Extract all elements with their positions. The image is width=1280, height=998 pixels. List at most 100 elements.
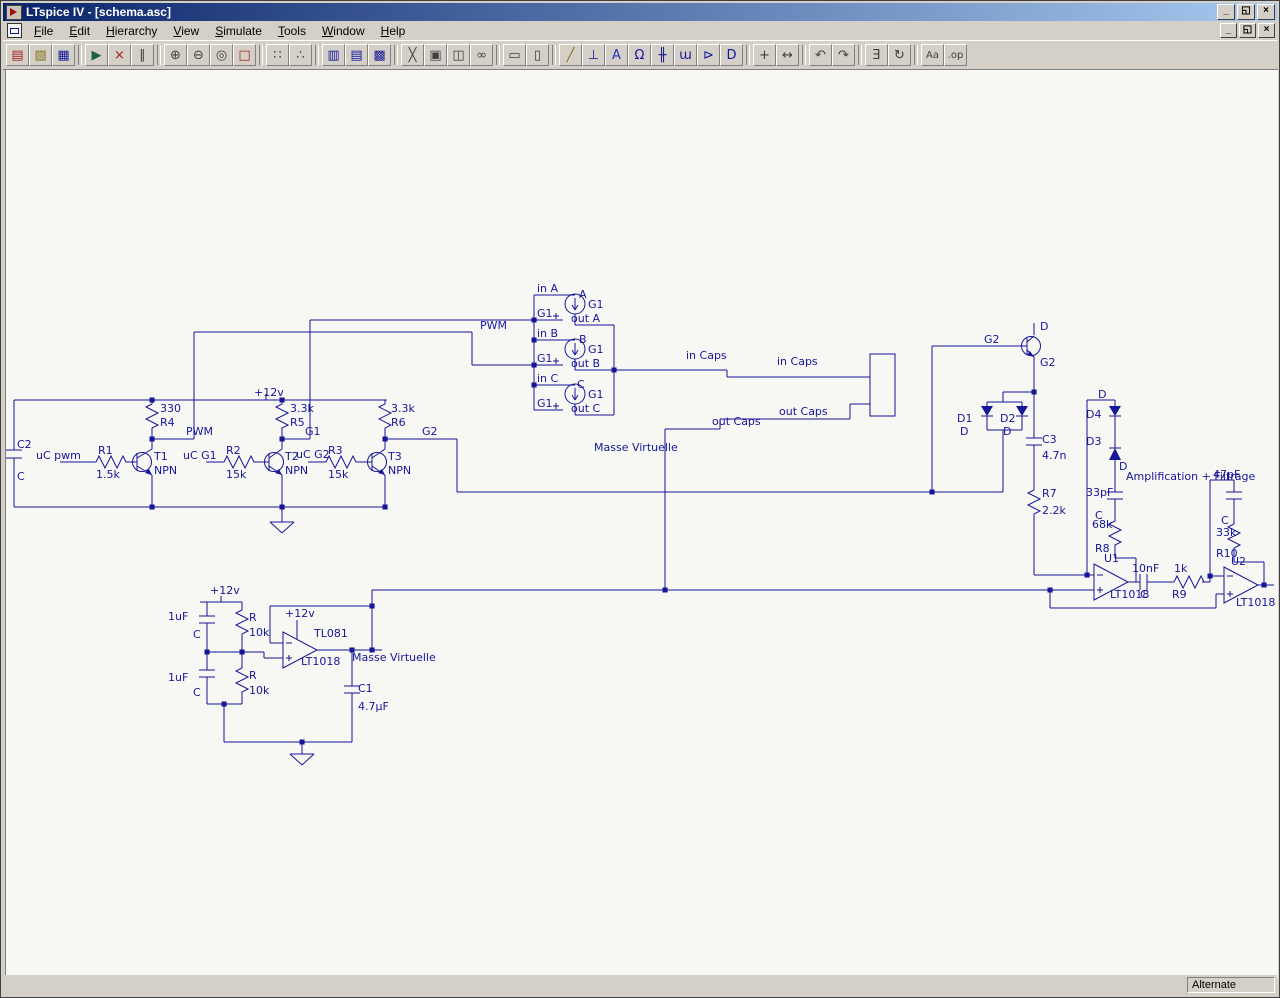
menu-file[interactable]: File xyxy=(26,22,61,40)
halt-button[interactable]: × xyxy=(108,44,131,66)
label-r9-name: R9 xyxy=(1172,588,1187,601)
resistor-r7[interactable] xyxy=(1026,486,1042,518)
diode-d3[interactable] xyxy=(1109,447,1121,460)
toolbar-separator xyxy=(496,45,500,65)
capacitor-47pf[interactable] xyxy=(1226,491,1242,500)
rotate-button[interactable]: ↻ xyxy=(888,44,911,66)
transistor-t3[interactable] xyxy=(360,448,387,476)
label-g1-pin-a: G1 xyxy=(537,307,553,320)
zoom-in-button[interactable]: ⊕ xyxy=(164,44,187,66)
mirror-button[interactable]: Ǝ xyxy=(865,44,888,66)
menu-edit[interactable]: Edit xyxy=(61,22,98,40)
close-button[interactable]: × xyxy=(1257,4,1275,20)
caps-block[interactable] xyxy=(869,353,896,417)
menu-simulate[interactable]: Simulate xyxy=(207,22,270,40)
label-u1-name: U1 xyxy=(1104,552,1119,565)
diode-d1[interactable] xyxy=(981,402,993,430)
run-button[interactable]: ▶ xyxy=(85,44,108,66)
label-v12-op: +12v xyxy=(285,607,315,620)
label-r4-name: R4 xyxy=(160,416,175,429)
inductor-button[interactable]: ɯ xyxy=(674,44,697,66)
cut-button[interactable]: ╳ xyxy=(401,44,424,66)
spice-directive-button[interactable]: .op xyxy=(944,44,967,66)
label-v12-top: +12v xyxy=(254,386,284,399)
wire-button[interactable]: ╱ xyxy=(559,44,582,66)
resistor-r6[interactable] xyxy=(377,400,393,432)
resistor-r-lower[interactable] xyxy=(234,664,250,696)
ground-button[interactable]: ⊥ xyxy=(582,44,605,66)
label-in-caps-2: in Caps xyxy=(777,355,818,368)
tile-vertical-button[interactable]: ▤ xyxy=(345,44,368,66)
transistor-t2[interactable] xyxy=(258,448,284,476)
label-uc-pwm: uC pwm xyxy=(36,449,81,462)
child-close-button[interactable]: × xyxy=(1258,23,1275,38)
drag-button[interactable]: ↔ xyxy=(776,44,799,66)
cascade-button[interactable]: ▩ xyxy=(368,44,391,66)
minimize-button[interactable]: _ xyxy=(1217,4,1235,20)
menu-help[interactable]: Help xyxy=(373,22,414,40)
label-letter-b: B xyxy=(579,333,587,346)
resistor-r4[interactable] xyxy=(144,400,160,432)
grid-button[interactable]: ∷ xyxy=(266,44,289,66)
schematic-canvas[interactable]: C2 C uC pwm R1 1.5k T1 NPN 330 R4 PWM +1… xyxy=(5,69,1278,978)
print-preview-button[interactable]: ▯ xyxy=(526,44,549,66)
mark-unconnected-button[interactable]: ∴ xyxy=(289,44,312,66)
paste-button[interactable]: ◫ xyxy=(447,44,470,66)
text-button[interactable]: Aa xyxy=(921,44,944,66)
resistor-r1[interactable] xyxy=(92,454,130,470)
capacitor-c3[interactable] xyxy=(1026,437,1042,446)
resistor-r2[interactable] xyxy=(220,454,258,470)
save-button[interactable]: ▦ xyxy=(52,44,75,66)
resistor-button[interactable]: Ω xyxy=(628,44,651,66)
capacitor-1uf-lower[interactable] xyxy=(199,669,215,678)
diode-d4[interactable] xyxy=(1109,400,1121,418)
capacitor-button[interactable]: ╫ xyxy=(651,44,674,66)
label-masse-mid: Masse Virtuelle xyxy=(594,441,678,454)
resistor-r-upper[interactable] xyxy=(234,606,250,638)
label-47pf-val: 47pF xyxy=(1213,468,1240,481)
zoom-fit-button[interactable]: □ xyxy=(233,44,256,66)
status-bar: Alternate xyxy=(3,975,1277,995)
net-label-button[interactable]: A xyxy=(605,44,628,66)
print-button[interactable]: ▭ xyxy=(503,44,526,66)
diode-button[interactable]: ⊳ xyxy=(697,44,720,66)
move-button[interactable]: + xyxy=(753,44,776,66)
label-d1-net: D xyxy=(960,425,968,438)
label-r5-name: R5 xyxy=(290,416,305,429)
label-t1-name: T1 xyxy=(153,450,168,463)
zoom-out-button[interactable]: ⊖ xyxy=(187,44,210,66)
label-r7-name: R7 xyxy=(1042,487,1057,500)
transistor-t1[interactable] xyxy=(130,448,153,476)
resistor-r5[interactable] xyxy=(274,400,290,432)
label-t3-type: NPN xyxy=(388,464,411,477)
menu-bar: File Edit Hierarchy View Simulate Tools … xyxy=(3,21,1277,40)
transistor-g2[interactable] xyxy=(1021,335,1041,358)
wires[interactable] xyxy=(14,294,1274,754)
label-r1-name: R1 xyxy=(98,444,113,457)
child-window-icon[interactable] xyxy=(7,23,22,38)
capacitor-1uf-upper[interactable] xyxy=(199,615,215,624)
redo-button[interactable]: ↷ xyxy=(832,44,855,66)
menu-hierarchy[interactable]: Hierarchy xyxy=(98,22,165,40)
menu-view[interactable]: View xyxy=(165,22,207,40)
menu-tools[interactable]: Tools xyxy=(270,22,314,40)
open-button[interactable]: ▧ xyxy=(29,44,52,66)
child-minimize-button[interactable]: _ xyxy=(1220,23,1237,38)
pause-button[interactable]: ∥ xyxy=(131,44,154,66)
component-button[interactable]: D xyxy=(720,44,743,66)
label-in-caps-1: in Caps xyxy=(686,349,727,362)
tile-horizontal-button[interactable]: ▥ xyxy=(322,44,345,66)
new-schematic-button[interactable]: ▤ xyxy=(6,44,29,66)
menu-window[interactable]: Window xyxy=(314,22,373,40)
toolbar: ▤ ▧ ▦ ▶ × ∥ ⊕ ⊖ ◎ □ ∷ ∴ ▥ ▤ ▩ ╳ ▣ ◫ ∞ ▭ … xyxy=(3,40,1277,70)
diode-d2[interactable] xyxy=(1016,402,1028,430)
find-button[interactable]: ∞ xyxy=(470,44,493,66)
undo-button[interactable]: ↶ xyxy=(809,44,832,66)
capacitor-c2[interactable] xyxy=(6,400,22,507)
label-g1-pin-c: G1 xyxy=(537,397,553,410)
status-mode: Alternate xyxy=(1187,977,1275,993)
zoom-full-button[interactable]: ◎ xyxy=(210,44,233,66)
restore-button[interactable]: ◱ xyxy=(1237,4,1255,20)
copy-button[interactable]: ▣ xyxy=(424,44,447,66)
child-restore-button[interactable]: ◱ xyxy=(1239,23,1256,38)
